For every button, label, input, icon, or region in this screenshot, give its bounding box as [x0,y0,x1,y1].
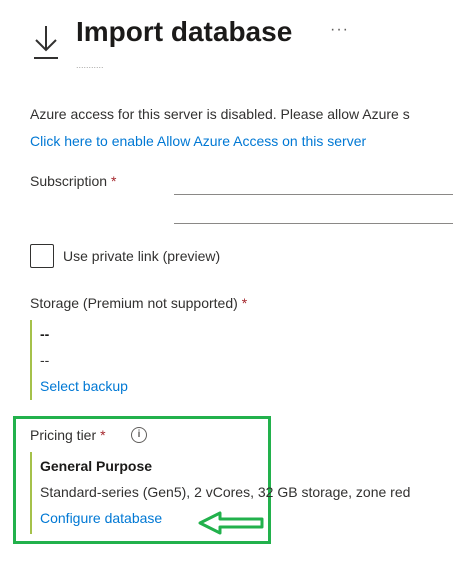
info-icon[interactable]: i [131,427,147,443]
annotation-arrow-icon [196,509,266,537]
subscription-label: Subscription * [30,171,117,191]
storage-label: Storage (Premium not supported) * [30,293,247,313]
storage-value-secondary: -- [40,352,50,368]
subscription-dropdown[interactable] [174,194,453,195]
resource-group-dropdown[interactable] [174,223,453,224]
page-subtitle-text: ........... [76,64,104,70]
pricing-tier-label: Pricing tier * [30,425,106,445]
private-link-checkbox[interactable] [30,244,54,268]
select-backup-link[interactable]: Select backup [40,376,128,396]
storage-value-primary: -- [40,326,50,342]
pricing-tier-label-text: Pricing tier [30,427,97,443]
configure-database-link[interactable]: Configure database [40,508,162,528]
pricing-accent-bar [30,452,32,534]
pricing-tier-description: Standard-series (Gen5), 2 vCores, 32 GB … [40,484,411,500]
private-link-label[interactable]: Use private link (preview) [63,246,220,266]
pricing-tier-name: General Purpose [40,458,153,474]
more-options-button[interactable]: ··· [330,20,349,40]
page-title: Import database [76,16,293,47]
storage-label-text: Storage (Premium not supported) [30,295,238,311]
azure-access-notice: Azure access for this server is disabled… [30,106,410,122]
download-icon [30,22,62,62]
subscription-label-text: Subscription [30,173,108,189]
enable-azure-access-link[interactable]: Click here to enable Allow Azure Access … [30,131,366,151]
required-marker: * [241,295,248,311]
required-marker: * [111,173,117,189]
storage-accent-bar [30,320,32,400]
required-marker: * [100,427,106,443]
page-subtitle: ........... [76,64,142,74]
